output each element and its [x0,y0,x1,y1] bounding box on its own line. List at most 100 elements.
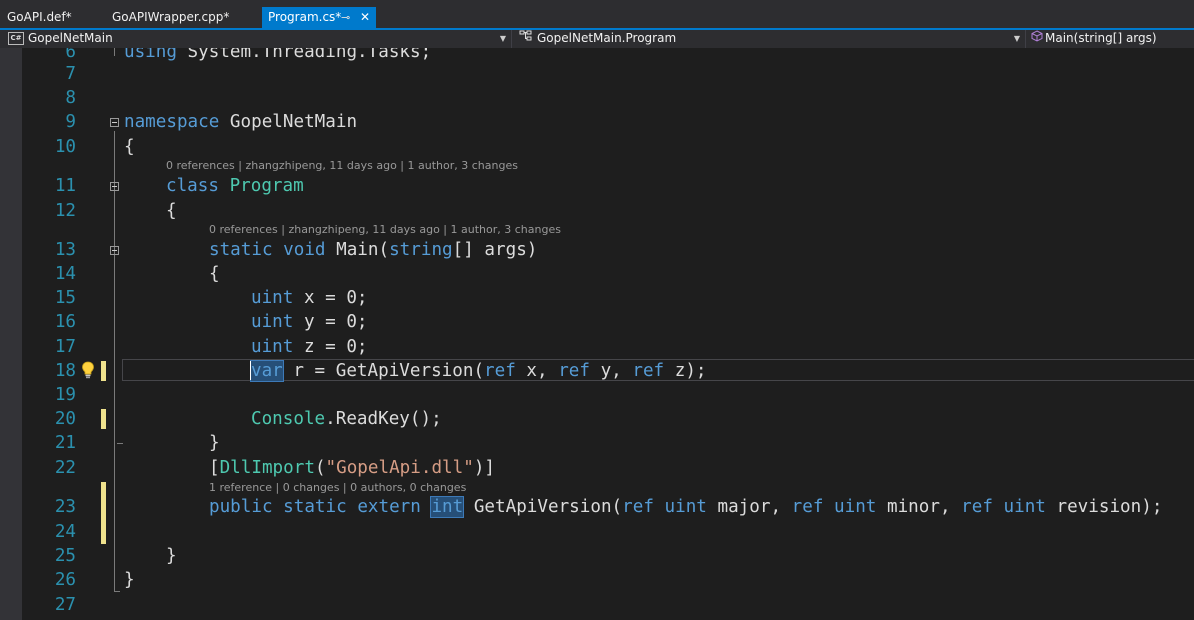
brace: } [166,546,177,566]
class-icon [519,30,533,47]
keyword: static [209,240,273,260]
navbar-divider [511,30,512,48]
keyword: extern [357,497,421,517]
method-icon [1031,30,1043,47]
brace: { [166,201,177,221]
change-marker [101,409,106,429]
code-line-25: } [166,545,177,567]
code-line-26: } [124,569,135,591]
navigation-bar: C# GopelNetMain ▼ GopelNetMain.Program ▼ … [0,30,1194,48]
keyword: using [124,48,177,62]
collapse-method-button[interactable] [110,246,119,255]
close-icon[interactable]: ✕ [360,7,370,28]
brace: } [209,433,220,453]
keyword: class [166,176,219,196]
keyword: void [283,240,326,260]
keyword: public [209,497,273,517]
code-line-9: namespace GopelNetMain [124,111,357,133]
line-number: 20 [54,409,76,429]
type-dropdown[interactable]: GopelNetMain.Program ▼ [513,30,1024,48]
navbar-divider [1025,30,1026,48]
code-line-13: static void Main(string[] args) [209,240,538,260]
keyword: namespace [124,112,220,132]
code-line-10: { [124,136,135,158]
keyword: uint [1003,497,1046,517]
line-number: 10 [54,137,76,157]
change-marker [101,482,106,544]
line-number: 23 [54,497,76,517]
tab-label: Program.cs* [268,10,342,24]
method-name: Main( [336,240,390,260]
lightbulb-icon[interactable] [80,361,96,379]
code-line-11: class Program [166,175,304,197]
line-number: 21 [54,433,76,453]
code-line-6: using System.Threading.Tasks; [124,48,431,63]
code-line-21: } [209,432,220,454]
line-number: 19 [54,385,76,405]
code-line-16: uint y = 0; [251,312,368,332]
namespace-name: GopelNetMain [219,112,358,132]
string-literal: "GopelApi.dll" [325,458,474,478]
collapse-class-button[interactable] [110,182,119,191]
document-tab-bar: GoAPI.def* GoAPIWrapper.cpp* Program.cs*… [0,0,1194,29]
line-number: 18 [54,361,76,381]
project-dropdown[interactable]: C# GopelNetMain ▼ [2,30,510,48]
code-line-23: public static extern int GetApiVersion(r… [209,496,1163,518]
tab-label: GoAPI.def* [7,10,72,24]
keyword: ref [558,361,590,381]
codelens-getapiversion[interactable]: 1 reference | 0 changes | 0 authors, 0 c… [209,481,466,495]
code-line-20: Console.ReadKey(); [251,409,442,429]
keyword: string [389,240,453,260]
keyword: ref [961,497,993,517]
highlighted-keyword[interactable]: var [250,360,284,382]
line-number: 15 [54,288,76,308]
code-line-17: uint z = 0; [251,337,368,357]
change-marker [101,361,106,381]
chevron-down-icon[interactable]: ▼ [500,30,506,47]
outline-guide [114,48,115,56]
indicator-margin [0,48,22,620]
pin-icon[interactable]: ⊸ [341,7,350,28]
brace: { [209,264,220,284]
line-number: 25 [54,546,76,566]
csharp-project-icon: C# [8,32,24,45]
brace: } [124,570,135,590]
line-number: 26 [54,570,76,590]
line-number: 16 [54,312,76,332]
line-number: 9 [65,112,76,132]
line-number: 6 [65,48,76,62]
keyword: ref [632,361,665,381]
keyword: ref [791,497,824,517]
tab-label: GoAPIWrapper.cpp* [112,10,230,24]
keyword: uint [834,497,877,517]
keyword: ref [622,497,654,517]
keyword: uint [251,337,294,357]
tab-goapiwrapper-cpp[interactable]: GoAPIWrapper.cpp* [112,5,229,29]
tab-goapi-def[interactable]: GoAPI.def* [7,5,72,29]
code-line-15: uint x = 0; [251,288,368,308]
line-number: 8 [65,88,76,108]
member-dropdown[interactable]: Main(string[] args) [1027,30,1194,48]
highlighted-keyword[interactable]: int [430,496,465,518]
codelens-main[interactable]: 0 references | zhangzhipeng, 11 days ago… [209,223,561,237]
line-number: 7 [65,64,76,84]
code-editor[interactable]: 6 7 8 9 10 11 12 13 14 15 16 17 18 19 20… [0,48,1194,620]
chevron-down-icon[interactable]: ▼ [1014,30,1020,47]
line-number: 13 [54,240,76,260]
outline-guide [114,131,115,591]
line-number: 17 [54,337,76,357]
keyword: static [283,497,347,517]
brace: { [124,137,135,157]
line-number: 11 [54,176,76,196]
code-line-14: { [209,263,220,285]
keyword: uint [251,312,294,332]
keyword: uint [251,288,294,308]
tab-program-cs[interactable]: Program.cs* ⊸ ✕ [262,7,376,29]
outline-guide-end [117,443,123,444]
line-number: 27 [54,595,76,615]
codelens-program[interactable]: 0 references | zhangzhipeng, 11 days ago… [166,159,518,173]
collapse-namespace-button[interactable] [110,118,119,127]
code-line-18: var r = GetApiVersion(ref x, ref y, ref … [250,360,707,382]
line-number: 14 [54,264,76,284]
attribute-name: DllImport [219,458,315,478]
